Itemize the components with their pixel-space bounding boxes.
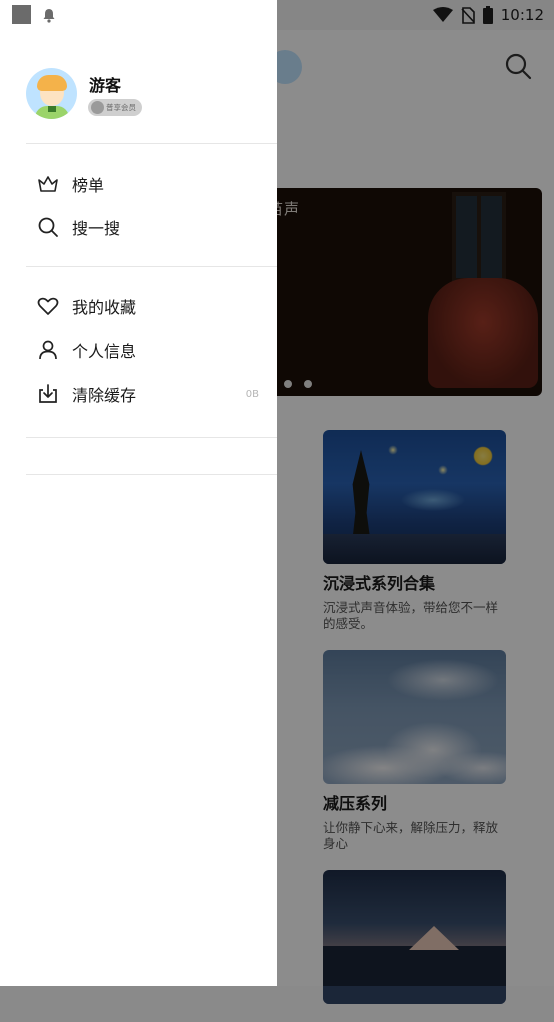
avatar-tie-shape bbox=[48, 106, 56, 112]
person-icon bbox=[39, 340, 57, 360]
navigation-drawer: 游客 普享会员 榜单 搜一搜 我的收藏 个人信息 清除缓存 0B bbox=[0, 0, 277, 986]
user-name: 游客 bbox=[89, 76, 122, 95]
divider bbox=[26, 143, 277, 144]
member-badge: 普享会员 bbox=[88, 99, 142, 116]
search-icon bbox=[38, 217, 58, 237]
download-icon bbox=[39, 384, 57, 403]
divider bbox=[26, 437, 277, 438]
menu-item-favorites[interactable]: 我的收藏 bbox=[36, 292, 136, 320]
member-badge-label: 普享会员 bbox=[106, 103, 136, 112]
menu-item-clear-cache[interactable]: 清除缓存 bbox=[36, 380, 136, 408]
menu-item-label: 清除缓存 bbox=[72, 386, 137, 405]
menu-item-ranking[interactable]: 榜单 bbox=[36, 170, 104, 198]
avatar-hair-shape bbox=[37, 75, 67, 91]
menu-item-label: 搜一搜 bbox=[72, 219, 121, 238]
avatar[interactable] bbox=[26, 68, 77, 119]
crown-icon bbox=[38, 176, 58, 192]
menu-item-personal-info[interactable]: 个人信息 bbox=[36, 336, 136, 364]
cache-size-value: 0B bbox=[245, 389, 259, 400]
status-bar-left bbox=[0, 0, 277, 30]
menu-item-label: 个人信息 bbox=[72, 342, 137, 361]
menu-item-search[interactable]: 搜一搜 bbox=[36, 213, 120, 241]
member-crown-icon bbox=[91, 101, 104, 114]
app-notification-icon bbox=[12, 5, 31, 24]
menu-item-label: 我的收藏 bbox=[72, 298, 137, 317]
divider bbox=[26, 474, 277, 475]
menu-item-label: 榜单 bbox=[72, 176, 105, 195]
heart-icon bbox=[37, 297, 59, 315]
bell-icon bbox=[43, 9, 55, 23]
divider bbox=[26, 266, 277, 267]
